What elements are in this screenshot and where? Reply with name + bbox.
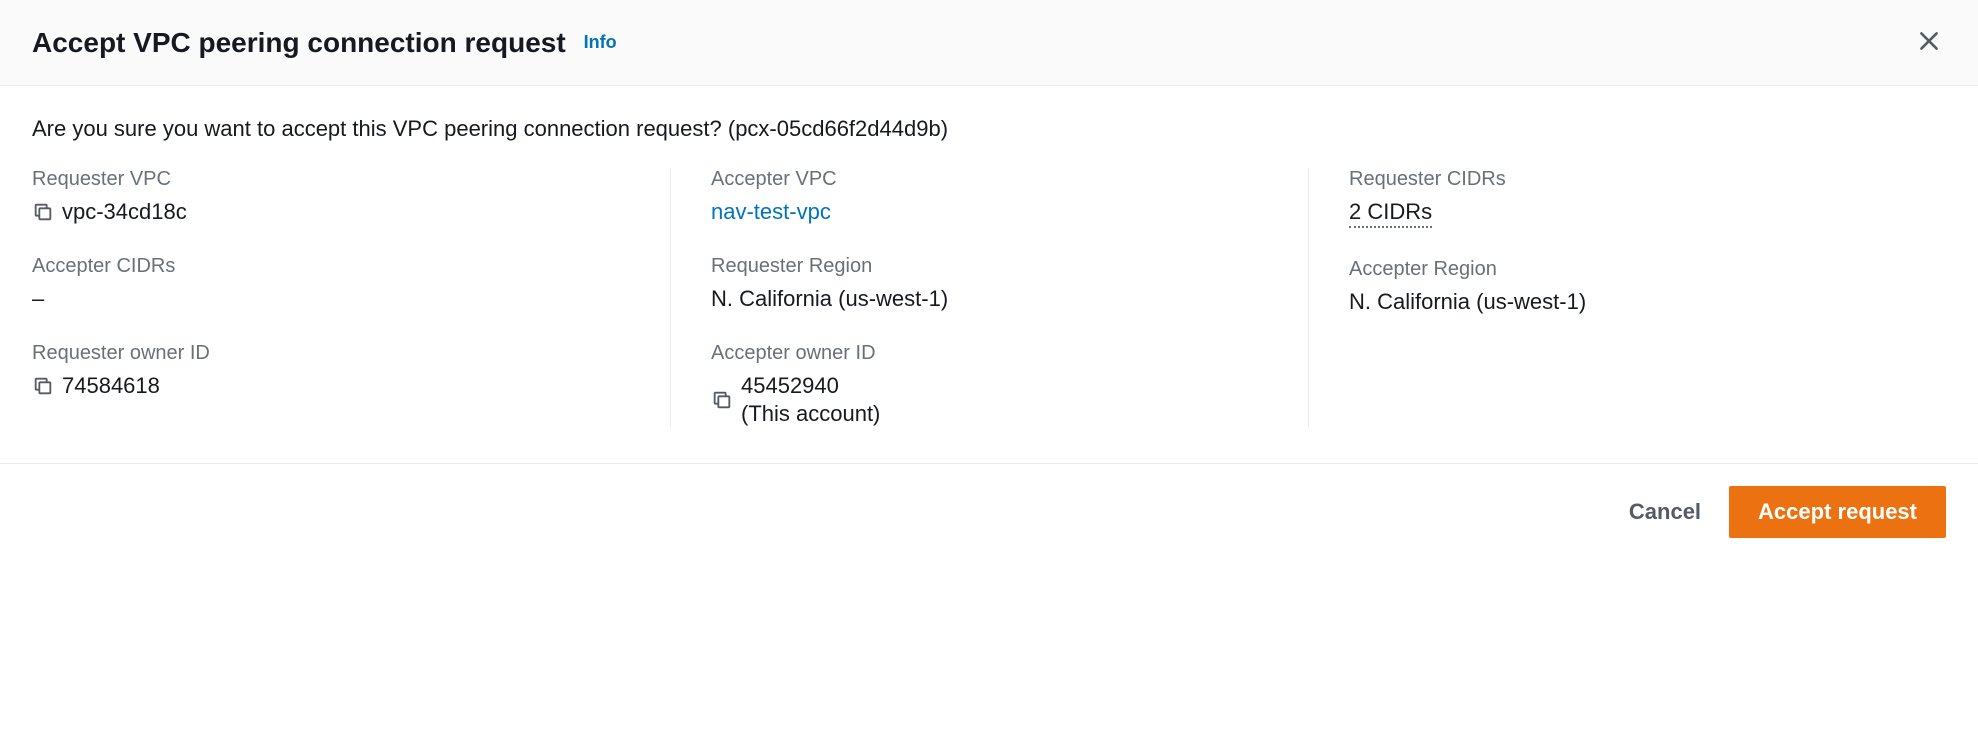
col-right: Requester CIDRs 2 CIDRs Accepter Region …	[1308, 168, 1946, 427]
accepter-owner-note: (This account)	[741, 401, 880, 427]
dialog-header: Accept VPC peering connection request In…	[0, 0, 1978, 86]
confirm-prefix: Are you sure you want to accept this VPC…	[32, 116, 735, 141]
requester-cidrs-text[interactable]: 2 CIDRs	[1349, 199, 1432, 228]
close-button[interactable]	[1912, 24, 1946, 61]
accepter-owner-col: 45452940 (This account)	[741, 373, 880, 427]
accepter-cidrs-label: Accepter CIDRs	[32, 255, 630, 278]
requester-region-field: Requester Region N. California (us-west-…	[711, 255, 1268, 312]
confirm-text: Are you sure you want to accept this VPC…	[32, 116, 1946, 142]
requester-region-value: N. California (us-west-1)	[711, 286, 1268, 312]
accept-peering-dialog: Accept VPC peering connection request In…	[0, 0, 1978, 560]
requester-region-label: Requester Region	[711, 255, 1268, 278]
requester-vpc-value: vpc-34cd18c	[32, 199, 630, 225]
accepter-owner-field: Accepter owner ID 45452940 (This account…	[711, 342, 1268, 427]
requester-owner-field: Requester owner ID 74584618	[32, 342, 630, 399]
cancel-button[interactable]: Cancel	[1625, 491, 1705, 533]
col-mid: Accepter VPC nav-test-vpc Requester Regi…	[670, 168, 1308, 427]
detail-grid: Requester VPC vpc-34cd18c Accepter CIDRs…	[32, 168, 1946, 427]
accepter-owner-label: Accepter owner ID	[711, 342, 1268, 365]
accepter-vpc-label: Accepter VPC	[711, 168, 1268, 191]
copy-icon[interactable]	[32, 201, 54, 223]
dialog-title: Accept VPC peering connection request	[32, 27, 566, 59]
dialog-footer: Cancel Accept request	[0, 463, 1978, 560]
requester-vpc-label: Requester VPC	[32, 168, 630, 191]
copy-icon[interactable]	[711, 389, 733, 411]
dialog-body: Are you sure you want to accept this VPC…	[0, 86, 1978, 463]
accepter-region-label: Accepter Region	[1349, 258, 1906, 281]
requester-owner-text: 74584618	[62, 373, 160, 399]
pcx-id: pcx-05cd66f2d44d9b	[735, 116, 941, 141]
col-left: Requester VPC vpc-34cd18c Accepter CIDRs…	[32, 168, 670, 427]
requester-cidrs-field: Requester CIDRs 2 CIDRs	[1349, 168, 1906, 228]
requester-cidrs-label: Requester CIDRs	[1349, 168, 1906, 191]
requester-vpc-text: vpc-34cd18c	[62, 199, 187, 225]
requester-owner-value: 74584618	[32, 373, 630, 399]
accepter-region-field: Accepter Region N. California (us-west-1…	[1349, 258, 1906, 315]
requester-owner-label: Requester owner ID	[32, 342, 630, 365]
info-link[interactable]: Info	[584, 32, 617, 53]
close-icon	[1916, 28, 1942, 57]
accepter-owner-text: 45452940	[741, 373, 880, 399]
accepter-cidrs-value: –	[32, 286, 630, 312]
confirm-suffix: )	[941, 116, 948, 141]
accepter-region-value: N. California (us-west-1)	[1349, 289, 1906, 315]
copy-icon[interactable]	[32, 375, 54, 397]
requester-cidrs-value: 2 CIDRs	[1349, 199, 1906, 228]
accept-request-button[interactable]: Accept request	[1729, 486, 1946, 538]
accepter-vpc-field: Accepter VPC nav-test-vpc	[711, 168, 1268, 225]
accepter-vpc-link[interactable]: nav-test-vpc	[711, 199, 1268, 225]
accepter-owner-value: 45452940 (This account)	[711, 373, 1268, 427]
requester-vpc-field: Requester VPC vpc-34cd18c	[32, 168, 630, 225]
accepter-cidrs-field: Accepter CIDRs –	[32, 255, 630, 312]
